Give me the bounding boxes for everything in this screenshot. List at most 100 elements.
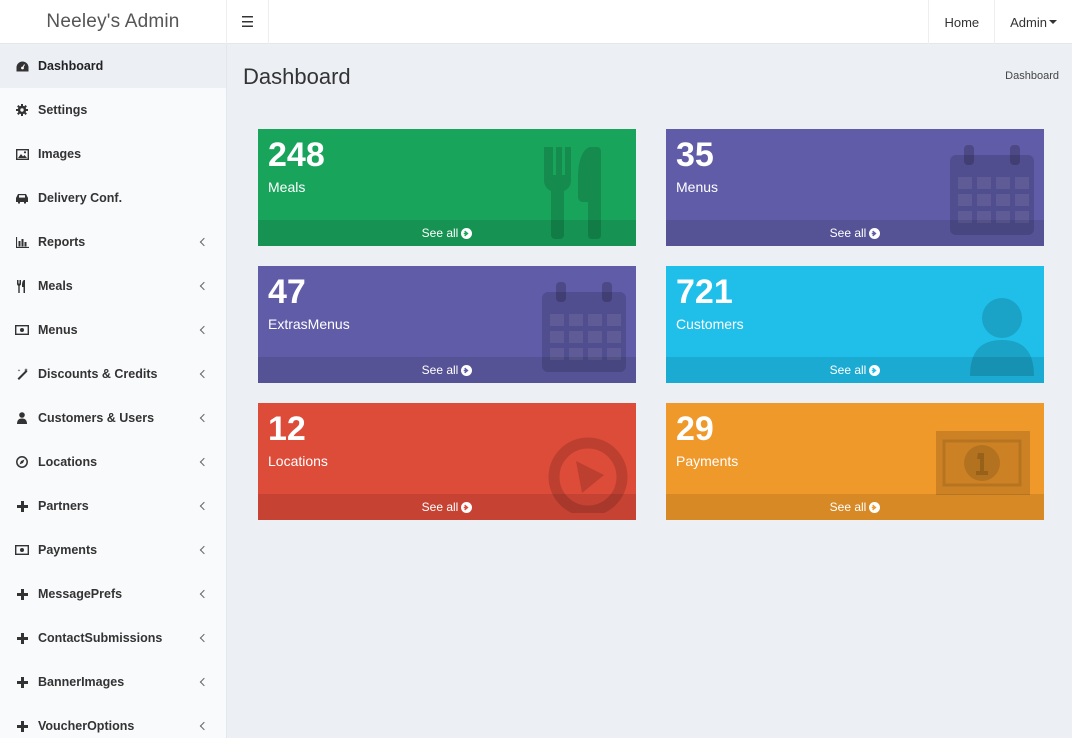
see-all-label: See all <box>421 363 459 377</box>
arrow-circle-right-icon <box>869 227 881 239</box>
chevron-left-icon <box>199 633 209 643</box>
sidebar-item-label: VoucherOptions <box>38 719 135 733</box>
arrow-circle-right-icon <box>869 364 881 376</box>
see-all-label: See all <box>421 500 459 514</box>
sidebar-item-discounts-credits[interactable]: Discounts & Credits <box>0 352 226 396</box>
sidebar-item-label: Images <box>38 147 82 161</box>
compass-icon <box>15 455 29 469</box>
stat-label: Locations <box>268 453 328 469</box>
stat-card-payments: 29 Payments See all <box>666 403 1044 520</box>
stat-card-extrasmenus: 47 ExtrasMenus See all <box>258 266 636 383</box>
sidebar: Dashboard Settings Images Delivery Conf.… <box>0 44 227 738</box>
stat-label: Customers <box>676 316 744 332</box>
image-icon <box>15 147 29 161</box>
arrow-circle-right-icon <box>461 227 473 239</box>
stat-label: Menus <box>676 179 719 195</box>
see-all-link[interactable]: See all <box>258 220 636 246</box>
sidebar-item-label: Meals <box>38 279 73 293</box>
chevron-left-icon <box>199 281 209 291</box>
see-all-link[interactable]: See all <box>258 494 636 520</box>
sidebar-item-label: Delivery Conf. <box>38 191 123 205</box>
sidebar-item-messageprefs[interactable]: MessagePrefs <box>0 572 226 616</box>
sidebar-item-images[interactable]: Images <box>0 132 226 176</box>
main-content: Dashboard Dashboard 248 Meals See all 35… <box>228 44 1072 738</box>
see-all-label: See all <box>829 363 867 377</box>
sidebar-item-label: Menus <box>38 323 78 337</box>
sidebar-item-voucheroptions[interactable]: VoucherOptions <box>0 704 226 738</box>
money-icon <box>15 323 29 337</box>
plus-icon <box>15 587 29 601</box>
dashboard-icon <box>15 59 29 73</box>
bar-chart-icon <box>15 235 29 249</box>
sidebar-item-menus[interactable]: Menus <box>0 308 226 352</box>
sidebar-item-customers-users[interactable]: Customers & Users <box>0 396 226 440</box>
stat-value: 721 <box>676 273 733 311</box>
sidebar-item-reports[interactable]: Reports <box>0 220 226 264</box>
home-label: Home <box>944 14 980 30</box>
sidebar-item-meals[interactable]: Meals <box>0 264 226 308</box>
see-all-link[interactable]: See all <box>666 220 1044 246</box>
sidebar-item-payments[interactable]: Payments <box>0 528 226 572</box>
plus-icon <box>15 719 29 733</box>
sidebar-item-label: Settings <box>38 103 88 117</box>
chevron-left-icon <box>199 677 209 687</box>
sidebar-item-label: Customers & Users <box>38 411 155 425</box>
plus-icon <box>15 631 29 645</box>
sidebar-item-contactsubmissions[interactable]: ContactSubmissions <box>0 616 226 660</box>
chevron-left-icon <box>199 545 209 555</box>
sidebar-item-settings[interactable]: Settings <box>0 88 226 132</box>
stat-label: Meals <box>268 179 306 195</box>
sidebar-item-label: Discounts & Credits <box>38 367 158 381</box>
home-link[interactable]: Home <box>928 0 994 44</box>
stat-value: 35 <box>676 136 714 174</box>
plus-icon <box>15 675 29 689</box>
stat-value: 12 <box>268 410 306 448</box>
stat-value: 248 <box>268 136 325 174</box>
chevron-left-icon <box>199 721 209 731</box>
see-all-label: See all <box>829 500 867 514</box>
sidebar-item-bannerimages[interactable]: BannerImages <box>0 660 226 704</box>
stat-card-locations: 12 Locations See all <box>258 403 636 520</box>
top-navbar: Neeley's Admin ☰ Home Admin <box>0 0 1072 44</box>
admin-dropdown[interactable]: Admin <box>994 0 1072 44</box>
user-icon <box>15 411 29 425</box>
sidebar-item-label: Payments <box>38 543 98 557</box>
sidebar-item-delivery-conf[interactable]: Delivery Conf. <box>0 176 226 220</box>
chevron-left-icon <box>199 413 209 423</box>
chevron-left-icon <box>199 325 209 335</box>
stat-label: ExtrasMenus <box>268 316 350 332</box>
caret-down-icon <box>1049 20 1057 24</box>
top-nav: Home Admin <box>928 0 1072 44</box>
cutlery-icon <box>15 279 29 293</box>
sidebar-item-dashboard[interactable]: Dashboard <box>0 44 226 88</box>
sidebar-item-label: BannerImages <box>38 675 125 689</box>
money-icon <box>15 543 29 557</box>
see-all-link[interactable]: See all <box>258 357 636 383</box>
sidebar-item-partners[interactable]: Partners <box>0 484 226 528</box>
admin-label: Admin <box>1010 14 1047 30</box>
stat-card-customers: 721 Customers See all <box>666 266 1044 383</box>
stat-value: 29 <box>676 410 714 448</box>
chevron-left-icon <box>199 589 209 599</box>
see-all-link[interactable]: See all <box>666 357 1044 383</box>
chevron-left-icon <box>199 501 209 511</box>
stat-value: 47 <box>268 273 306 311</box>
sidebar-item-label: MessagePrefs <box>38 587 123 601</box>
breadcrumb[interactable]: Dashboard <box>1005 70 1059 82</box>
sidebar-item-locations[interactable]: Locations <box>0 440 226 484</box>
see-all-label: See all <box>829 226 867 240</box>
chevron-left-icon <box>199 457 209 467</box>
brand-logo[interactable]: Neeley's Admin <box>0 0 227 44</box>
sidebar-item-label: Partners <box>38 499 89 513</box>
arrow-circle-right-icon <box>461 364 473 376</box>
stat-card-meals: 248 Meals See all <box>258 129 636 246</box>
page-title: Dashboard <box>243 64 351 89</box>
sidebar-toggle-button[interactable]: ☰ <box>227 0 269 44</box>
plus-icon <box>15 499 29 513</box>
stat-card-menus: 35 Menus See all <box>666 129 1044 246</box>
see-all-label: See all <box>421 226 459 240</box>
sidebar-item-label: Dashboard <box>38 59 104 73</box>
arrow-circle-right-icon <box>461 501 473 513</box>
see-all-link[interactable]: See all <box>666 494 1044 520</box>
chevron-left-icon <box>199 369 209 379</box>
